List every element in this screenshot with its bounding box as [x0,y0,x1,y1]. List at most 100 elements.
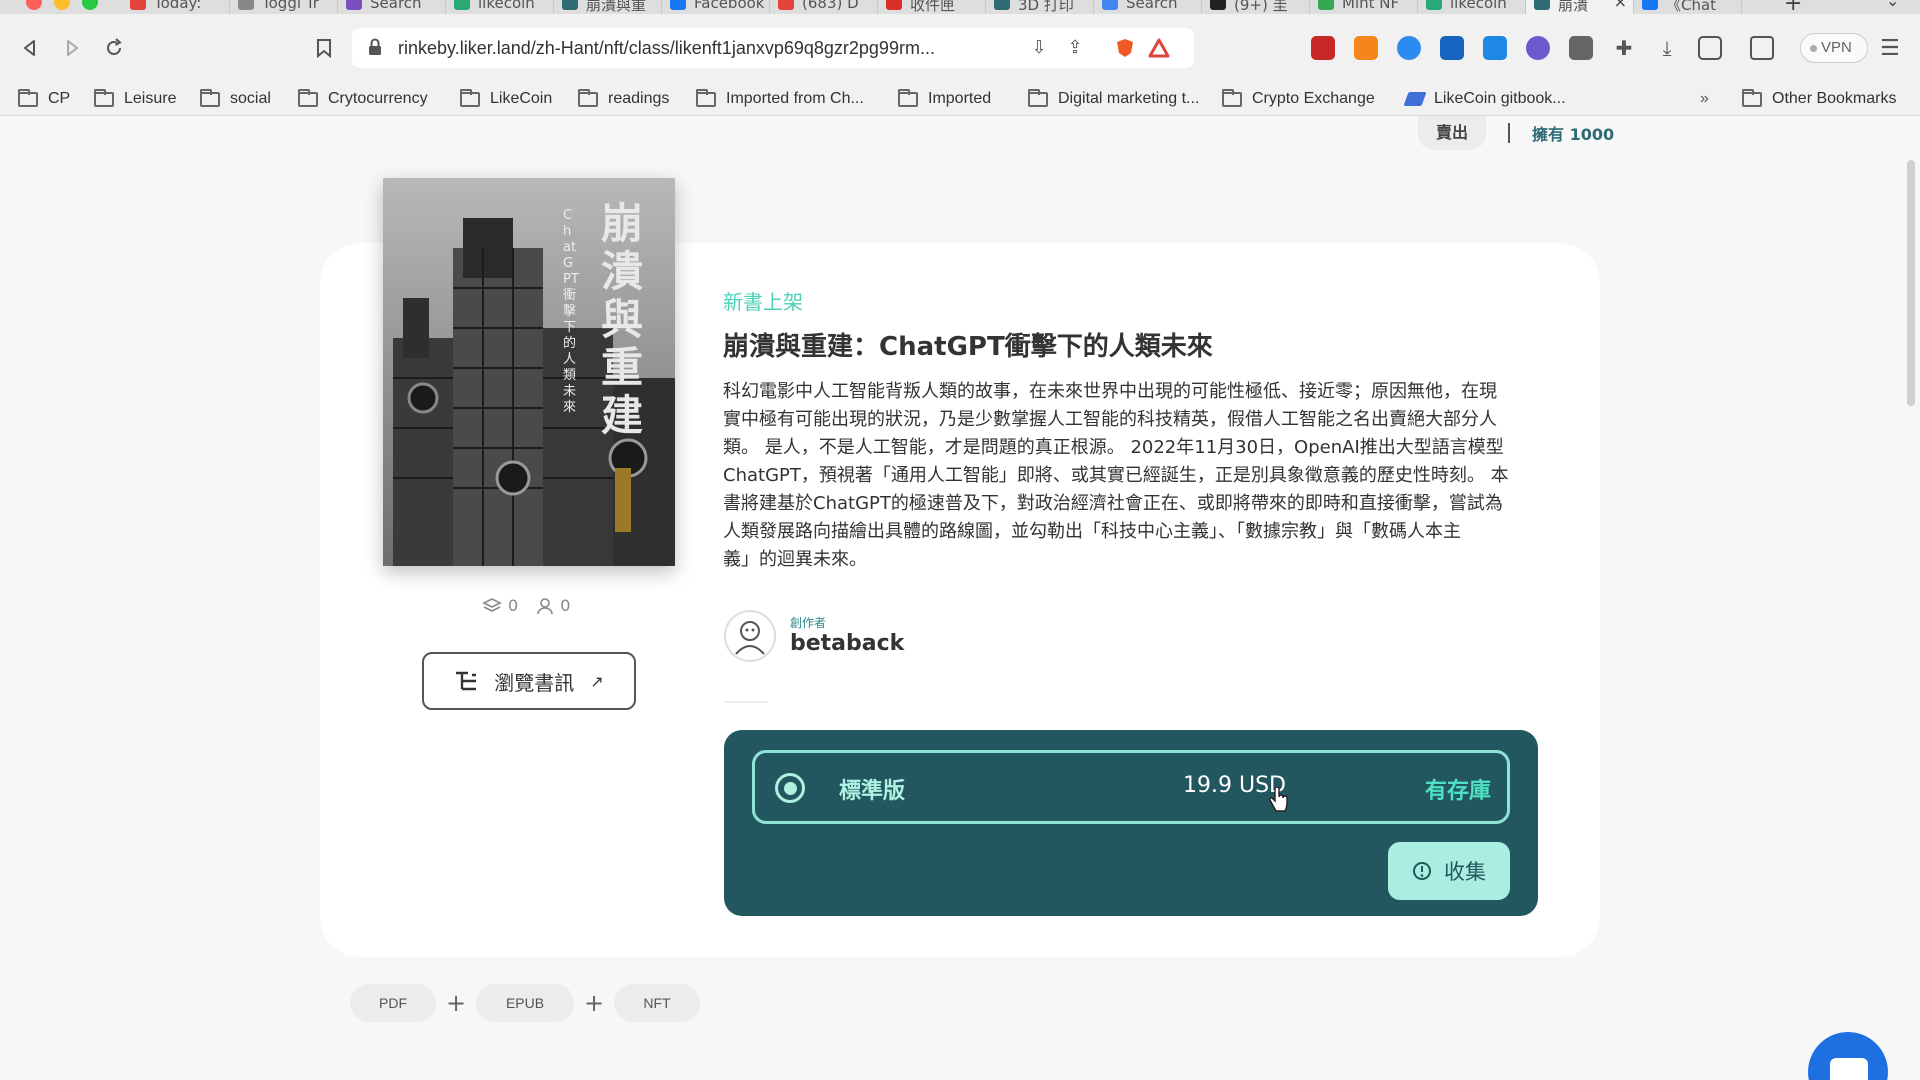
tab-favicon-icon [1642,0,1658,10]
bookmark-item[interactable]: Imported from Ch... [696,86,864,112]
extensions-puzzle-icon[interactable]: ✚ [1612,36,1636,60]
cover-subtitle: ChatGPT衝擊下的人類未來 [563,208,579,415]
folder-icon [94,88,114,107]
bookmark-label: Digital marketing t... [1058,90,1200,107]
layers-icon [482,597,502,612]
creator-avatar[interactable] [724,610,776,662]
other-bookmarks-folder[interactable]: Other Bookmarks [1742,86,1896,112]
brave-rewards-icon[interactable] [1148,37,1170,59]
bookmark-item[interactable]: Leisure [94,86,176,112]
keplr-extension-icon[interactable] [1483,36,1507,60]
hand-cursor-icon [1269,787,1288,812]
edition-option-standard[interactable]: 標準版 19.9 USD 有存庫 [752,750,1510,824]
tab-label: 收件匣 [910,0,956,14]
bookmark-item[interactable]: Imported [898,86,991,112]
list-icon [456,671,477,691]
browser-tab[interactable]: Search [1094,0,1202,14]
other-bookmarks-label: Other Bookmarks [1772,90,1897,107]
bookmark-item[interactable]: CP [18,86,70,112]
minimize-window-button[interactable] [54,0,70,10]
browser-tab[interactable]: 3D 打印 [986,0,1094,14]
tab-favicon-icon [670,0,686,10]
folder-icon [1742,88,1762,107]
folder-icon [898,88,918,107]
bookmark-item[interactable]: LikeCoin gitbook... [1403,86,1566,112]
bookmarks-bar: CP Leisure social Crytocurrency LikeCoin read… [0,82,1920,116]
description-line: 人類發展路向描繪出具體的路線圖，並勾勒出「科技中心主義」、「數據宗教」與「數碼人… [723,521,1461,542]
tab-list-chevron-icon[interactable]: ⌄ [1886,0,1899,10]
book-cover-image[interactable]: 崩潰與重建 ChatGPT衝擊下的人類未來 [383,178,675,566]
browser-tab[interactable]: Facebook [662,0,770,14]
section-divider [724,701,768,703]
share-icon[interactable]: ⇪ [1064,37,1086,59]
browser-tab[interactable]: 崩潰 × [1526,0,1634,14]
reload-button[interactable] [100,34,128,62]
browser-tab[interactable]: Toggl Tr [230,0,338,14]
collect-button[interactable]: 收集 [1388,842,1510,900]
new-tab-button[interactable]: + [1784,0,1802,14]
tab-favicon-icon [994,0,1010,10]
forward-button[interactable] [58,34,86,62]
reload-icon [107,38,122,55]
bookmark-item[interactable]: LikeCoin [460,86,552,112]
close-window-button[interactable] [26,0,42,10]
ring-extension-icon[interactable] [1526,36,1550,60]
edition-stock-status: 有存庫 [1425,779,1492,804]
bookmark-item[interactable]: Crytocurrency [298,86,428,112]
plus-separator: + [445,989,467,1017]
vpn-status-dot [1810,45,1817,52]
bookmark-label: Crytocurrency [328,90,428,107]
address-bar[interactable]: rinkeby.liker.land/zh-Hant/nft/class/lik… [352,28,1194,68]
page-scrollbar[interactable] [1907,160,1915,406]
bookmarks-overflow-button[interactable]: » [1700,86,1709,112]
bookmark-item[interactable]: Crypto Exchange [1222,86,1375,112]
browser-tab[interactable]: likecoin [1418,0,1526,14]
back-button[interactable] [16,34,44,62]
bookmark-item[interactable]: social [200,86,271,112]
brave-shields-icon[interactable] [1114,37,1136,59]
downloads-icon[interactable]: ⤓ [1655,36,1679,60]
browser-tab[interactable]: (9+) 圭 [1202,0,1310,14]
bookmark-page-button[interactable] [310,34,338,62]
metamask-extension-icon[interactable] [1354,36,1378,60]
bookmark-item[interactable]: Digital marketing t... [1028,86,1199,112]
edition-radio[interactable] [775,773,805,803]
description-line: 科幻電影中人工智能背叛人類的故事，在未來世界中出現的可能性極低、接近零；原因無他… [723,381,1497,402]
sidebar-toggle-icon[interactable] [1698,36,1722,60]
tab-favicon-icon [346,0,362,10]
url-text[interactable]: rinkeby.liker.land/zh-Hant/nft/class/lik… [398,38,935,59]
browser-tab[interactable]: 收件匣 [878,0,986,14]
tab-label: 《Chat [1666,0,1717,14]
browse-book-info-button[interactable]: 瀏覽書訊 ↗ [422,652,636,710]
browser-tab[interactable]: Today: [122,0,230,14]
close-tab-icon[interactable]: × [1614,0,1627,11]
browser-tab[interactable]: (683) D [770,0,878,14]
calculator-extension-icon[interactable] [1569,36,1593,60]
format-chip-epub: EPUB [476,984,574,1022]
install-app-icon[interactable]: ⇩ [1028,37,1050,59]
bookmark-item[interactable]: readings [578,86,669,112]
feather-extension-icon[interactable] [1397,36,1421,60]
description-line: 義」的迴異未來。 [723,549,867,570]
browser-tab[interactable]: 《Chat [1634,0,1742,14]
format-chip-pdf: PDF [350,984,436,1022]
browser-tab[interactable]: likecoin [446,0,554,14]
folder-icon [460,88,480,107]
creator-name[interactable]: betaback [790,631,904,656]
external-link-icon: ↗ [590,671,604,691]
tab-bar: Today: Toggl Tr Search likecoin 崩潰與重 Facebook… [0,0,1920,14]
lastpass-extension-icon[interactable] [1311,36,1335,60]
sell-button[interactable]: 賣出 [1418,116,1487,150]
tab-strip: Today: Toggl Tr Search likecoin 崩潰與重 Facebook… [122,0,1742,14]
new-release-tag: 新書上架 [723,290,803,314]
bird-extension-icon[interactable] [1440,36,1464,60]
browser-menu-icon[interactable]: ☰ [1880,36,1900,61]
tab-label: 崩潰與重 [586,0,647,14]
vpn-button[interactable]: VPN [1800,33,1868,63]
browser-tab[interactable]: 崩潰與重 [554,0,662,14]
browser-tab[interactable]: Search [338,0,446,14]
wallet-icon[interactable] [1750,36,1774,60]
zoom-window-button[interactable] [82,0,98,10]
browser-tab[interactable]: Mint NF [1310,0,1418,14]
creator-label: 創作者 [790,616,827,630]
